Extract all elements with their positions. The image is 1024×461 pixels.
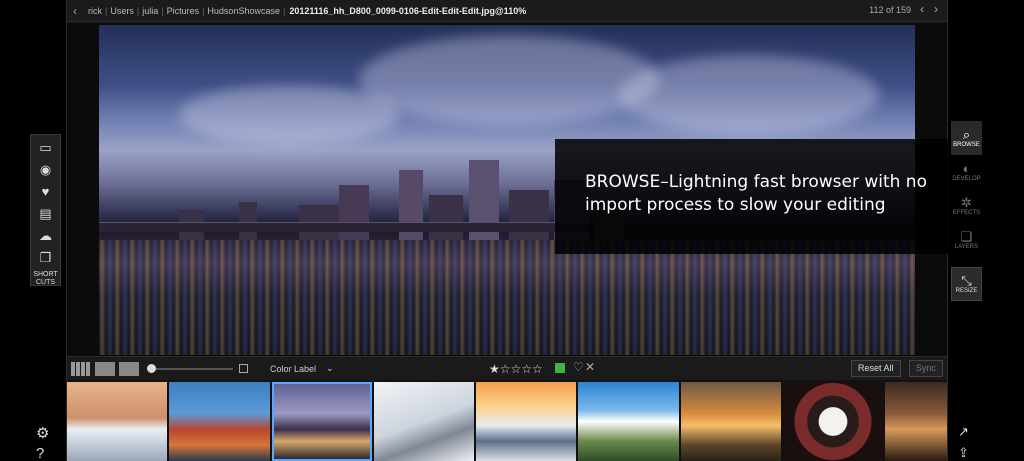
- thumbnail[interactable]: [783, 382, 884, 461]
- image-counter: 112 of 159: [869, 5, 911, 15]
- thumbnail[interactable]: [373, 382, 475, 461]
- color-label-text: Color Label: [270, 363, 317, 374]
- shortcuts-label: SHORT CUTS: [33, 271, 58, 286]
- module-browse[interactable]: ⌕ BROWSE: [951, 121, 982, 155]
- crumb-pictures[interactable]: Pictures: [164, 6, 203, 16]
- help-icon[interactable]: ?: [36, 445, 49, 461]
- thumbnail-size-slider[interactable]: [147, 363, 233, 373]
- slider-knob[interactable]: [147, 363, 156, 373]
- chevron-down-icon: ⌄: [326, 363, 334, 373]
- thumbnail[interactable]: [680, 382, 782, 461]
- breadcrumb: rick | Users | julia | Pictures | HudsonShow…: [85, 6, 285, 16]
- reset-all-button[interactable]: Reset All: [851, 360, 901, 377]
- thumbnail[interactable]: [476, 382, 577, 461]
- slider-max-icon: [239, 364, 248, 373]
- next-image-icon[interactable]: ›: [929, 2, 943, 16]
- cloud-icon[interactable]: ☁: [36, 227, 56, 245]
- favorite-heart-icon[interactable]: ♡: [573, 360, 584, 374]
- filmstrip-view-button[interactable]: [95, 361, 115, 376]
- send-to-icon[interactable]: ↗: [958, 424, 969, 440]
- bottom-toolbar: Color Label ⌄ ★☆☆☆☆ ♡ ✕ Reset All Sync: [67, 356, 947, 380]
- thumbnail[interactable]: [169, 382, 270, 461]
- feature-caption-overlay: BROWSE–Lightning fast browser with no im…: [555, 139, 982, 254]
- thumbnail[interactable]: [578, 382, 679, 461]
- module-label: LAYERS: [954, 244, 979, 250]
- crumb-user[interactable]: julia: [139, 6, 161, 16]
- filmstrip: [67, 382, 947, 461]
- module-label: EFFECTS: [952, 210, 981, 216]
- feature-caption: BROWSE–Lightning fast browser with no im…: [585, 172, 927, 215]
- bottom-right-tools: ↗ ⇪: [958, 424, 969, 461]
- module-panel: ⌕ BROWSE ◐ DEVELOP ✲ EFFECTS ❏ LAYERS ⤡ …: [951, 121, 982, 301]
- develop-icon: ◐: [962, 161, 971, 176]
- module-layers[interactable]: ❏ LAYERS: [951, 223, 982, 257]
- drive-icon[interactable]: ▤: [36, 205, 56, 223]
- thumbnail[interactable]: [885, 382, 947, 461]
- albums-icon[interactable]: ❐: [36, 249, 56, 267]
- crumb-root[interactable]: rick: [85, 6, 105, 16]
- detail-view-button[interactable]: [119, 361, 139, 376]
- star-rating[interactable]: ★☆☆☆☆: [489, 362, 543, 376]
- module-develop[interactable]: ◐ DEVELOP: [951, 155, 982, 189]
- thumbnail[interactable]: [67, 382, 168, 461]
- green-label-swatch[interactable]: [555, 363, 565, 373]
- reject-x-icon[interactable]: ✕: [585, 360, 595, 374]
- module-label: BROWSE: [953, 142, 980, 148]
- module-effects[interactable]: ✲ EFFECTS: [951, 189, 982, 223]
- grid-view-button[interactable]: [71, 361, 91, 376]
- back-arrow-icon[interactable]: ‹: [67, 4, 83, 18]
- effects-icon: ✲: [961, 195, 972, 210]
- computer-icon[interactable]: ▭: [36, 139, 56, 157]
- crumb-users[interactable]: Users: [107, 6, 137, 16]
- thumbnail-selected[interactable]: [271, 382, 372, 461]
- favorites-icon[interactable]: ♥: [36, 183, 56, 201]
- settings-gear-icon[interactable]: ⚙: [36, 424, 49, 442]
- browse-icon: ⌕: [962, 127, 971, 142]
- camera-icon[interactable]: ◉: [36, 161, 56, 179]
- file-name: 20121116_hh_D800_0099-0106-Edit-Edit-Edi…: [289, 5, 527, 16]
- prev-image-icon[interactable]: ‹: [915, 2, 929, 16]
- resize-label: RESIZE: [955, 288, 978, 294]
- crumb-folder[interactable]: HudsonShowcase: [204, 6, 283, 16]
- color-label-dropdown[interactable]: Color Label ⌄: [270, 363, 334, 374]
- share-icon[interactable]: ⇪: [958, 445, 969, 461]
- sync-button[interactable]: Sync: [909, 360, 944, 377]
- shortcuts-panel: ▭ ◉ ♥ ▤ ☁ ❐ SHORT CUTS: [30, 134, 61, 286]
- module-label: DEVELOP: [952, 176, 981, 182]
- title-bar: ‹ rick | Users | julia | Pictures | HudsonSh…: [67, 0, 947, 22]
- resize-button[interactable]: ⤡ RESIZE: [951, 267, 982, 301]
- bottom-left-tools: ⚙ ?: [36, 424, 49, 461]
- layers-icon: ❏: [960, 229, 973, 244]
- resize-icon: ⤡: [961, 273, 972, 288]
